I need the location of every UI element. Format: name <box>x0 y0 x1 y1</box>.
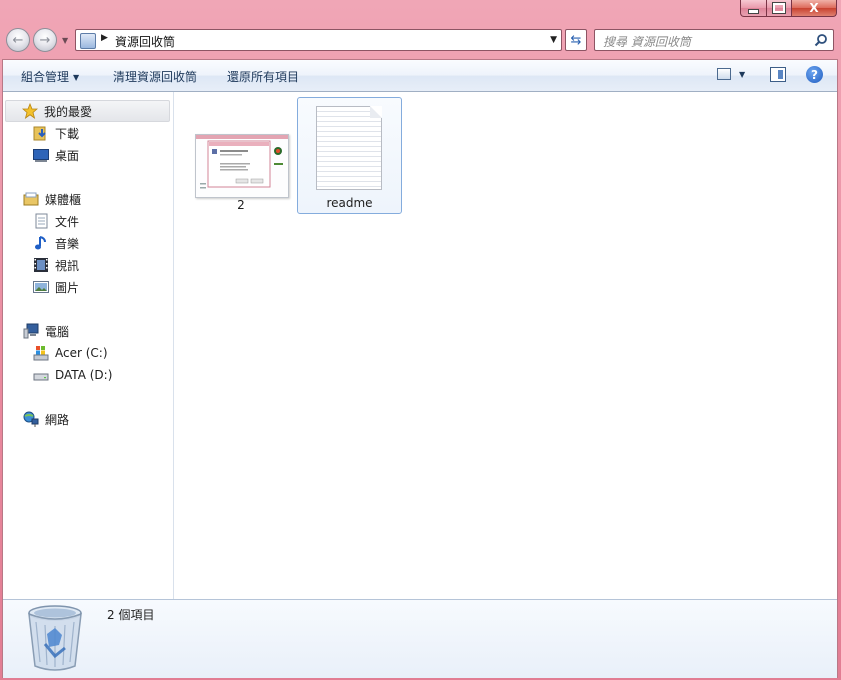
sidebar-item-drive-d[interactable]: DATA (D:) <box>33 365 112 385</box>
forward-button[interactable]: → <box>33 28 57 52</box>
downloads-folder-icon <box>33 126 46 141</box>
file-name: readme <box>326 196 373 210</box>
navigation-bar: ← → ▼ ▶ 資源回收筒 ▼ ⇆ 搜尋 資源回收筒 <box>0 27 841 55</box>
search-box[interactable]: 搜尋 資源回收筒 <box>594 29 834 51</box>
sidebar-item-music[interactable]: 音樂 <box>33 233 79 253</box>
change-view-icon[interactable] <box>717 68 731 80</box>
sidebar-libraries-label: 媒體櫃 <box>45 192 82 207</box>
sidebar-network[interactable]: 網路 <box>23 409 69 429</box>
sidebar-item-label: 下載 <box>55 126 80 141</box>
network-icon <box>23 411 39 427</box>
restore-all-button[interactable]: 還原所有項目 <box>227 68 299 85</box>
close-button[interactable]: X <box>792 0 837 17</box>
documents-icon <box>35 213 48 229</box>
empty-recycle-bin-button[interactable]: 清理資源回收筒 <box>113 68 197 85</box>
address-bar[interactable]: ▶ 資源回收筒 ▼ <box>75 29 562 51</box>
explorer-client-area: 組合管理 ▼ 清理資源回收筒 還原所有項目 ▼ ? 我的最愛 下載 桌面 媒體櫃… <box>2 59 838 678</box>
details-pane: 2 個項目 <box>3 599 837 678</box>
sidebar-item-label: 圖片 <box>55 280 80 295</box>
recycle-bin-icon <box>28 605 82 671</box>
windows-drive-icon <box>33 346 49 361</box>
libraries-icon <box>23 192 39 206</box>
address-dropdown-icon[interactable]: ▼ <box>550 35 557 45</box>
recycle-bin-small-icon <box>80 33 96 49</box>
desktop-icon <box>33 149 49 162</box>
sidebar-item-videos[interactable]: 視訊 <box>33 255 79 275</box>
organize-button[interactable]: 組合管理 ▼ <box>21 68 79 85</box>
file-item-readme[interactable]: readme <box>297 97 402 214</box>
page-fold <box>370 106 382 118</box>
view-options-dropdown[interactable]: ▼ <box>739 70 745 79</box>
chevron-down-icon: ▼ <box>73 73 80 82</box>
screenshot-thumbnail-icon <box>196 135 288 197</box>
refresh-button[interactable]: ⇆ <box>565 29 587 51</box>
drive-icon <box>33 373 49 381</box>
organize-label: 組合管理 <box>21 70 70 84</box>
search-icon[interactable] <box>814 33 828 47</box>
sidebar-item-label: 桌面 <box>55 148 80 163</box>
maximize-button[interactable] <box>767 0 792 17</box>
item-count: 2 個項目 <box>107 608 155 622</box>
close-icon: X <box>809 1 819 15</box>
back-arrow-icon: ← <box>12 32 24 48</box>
breadcrumb-arrow-icon[interactable]: ▶ <box>101 33 108 43</box>
file-name: 2 <box>237 198 245 212</box>
minimize-icon <box>748 8 759 14</box>
sidebar-item-label: 視訊 <box>55 258 80 273</box>
file-item-2[interactable]: 2 <box>191 100 291 216</box>
recent-pages-dropdown[interactable]: ▼ <box>62 36 68 45</box>
sidebar-item-documents[interactable]: 文件 <box>33 211 79 231</box>
sidebar-item-pictures[interactable]: 圖片 <box>33 277 79 297</box>
sidebar-item-label: Acer (C:) <box>55 346 108 360</box>
preview-pane-icon[interactable] <box>770 67 786 82</box>
pictures-icon <box>33 281 49 293</box>
sidebar-item-label: DATA (D:) <box>55 368 113 382</box>
sidebar-item-label: 音樂 <box>55 236 80 251</box>
refresh-icon: ⇆ <box>570 32 582 48</box>
file-list[interactable]: 2 readme <box>175 92 837 599</box>
image-thumbnail <box>195 134 289 198</box>
video-icon <box>34 258 48 272</box>
forward-arrow-icon: → <box>39 32 51 48</box>
search-input[interactable]: 搜尋 資源回收筒 <box>603 33 691 50</box>
music-icon <box>35 236 46 250</box>
sidebar-favorites[interactable]: 我的最愛 <box>5 100 170 122</box>
sidebar-computer[interactable]: 電腦 <box>23 321 69 341</box>
sidebar-item-downloads[interactable]: 下載 <box>33 123 79 143</box>
command-bar: 組合管理 ▼ 清理資源回收筒 還原所有項目 ▼ ? <box>3 60 837 92</box>
star-icon <box>22 103 38 119</box>
help-button[interactable]: ? <box>806 66 823 83</box>
maximize-icon <box>772 2 786 14</box>
sidebar-item-drive-c[interactable]: Acer (C:) <box>33 343 108 363</box>
sidebar-computer-label: 電腦 <box>45 324 70 339</box>
text-document-icon <box>316 106 382 190</box>
sidebar-item-desktop[interactable]: 桌面 <box>33 145 79 165</box>
window-frame: X ← → ▼ ▶ 資源回收筒 ▼ ⇆ 搜尋 資源回收筒 組合管理 ▼ 清理資源… <box>0 0 841 680</box>
navigation-pane: 我的最愛 下載 桌面 媒體櫃 文件 音樂 視訊 圖片 電腦 Acer (C:) … <box>3 92 174 599</box>
breadcrumb-recycle-bin[interactable]: 資源回收筒 <box>115 33 175 50</box>
caption-buttons: X <box>740 0 837 18</box>
computer-icon <box>23 323 39 339</box>
minimize-button[interactable] <box>740 0 767 17</box>
back-button[interactable]: ← <box>6 28 30 52</box>
sidebar-favorites-label: 我的最愛 <box>44 104 93 119</box>
sidebar-libraries[interactable]: 媒體櫃 <box>23 189 81 209</box>
sidebar-item-label: 文件 <box>55 214 80 229</box>
sidebar-network-label: 網路 <box>45 412 70 427</box>
